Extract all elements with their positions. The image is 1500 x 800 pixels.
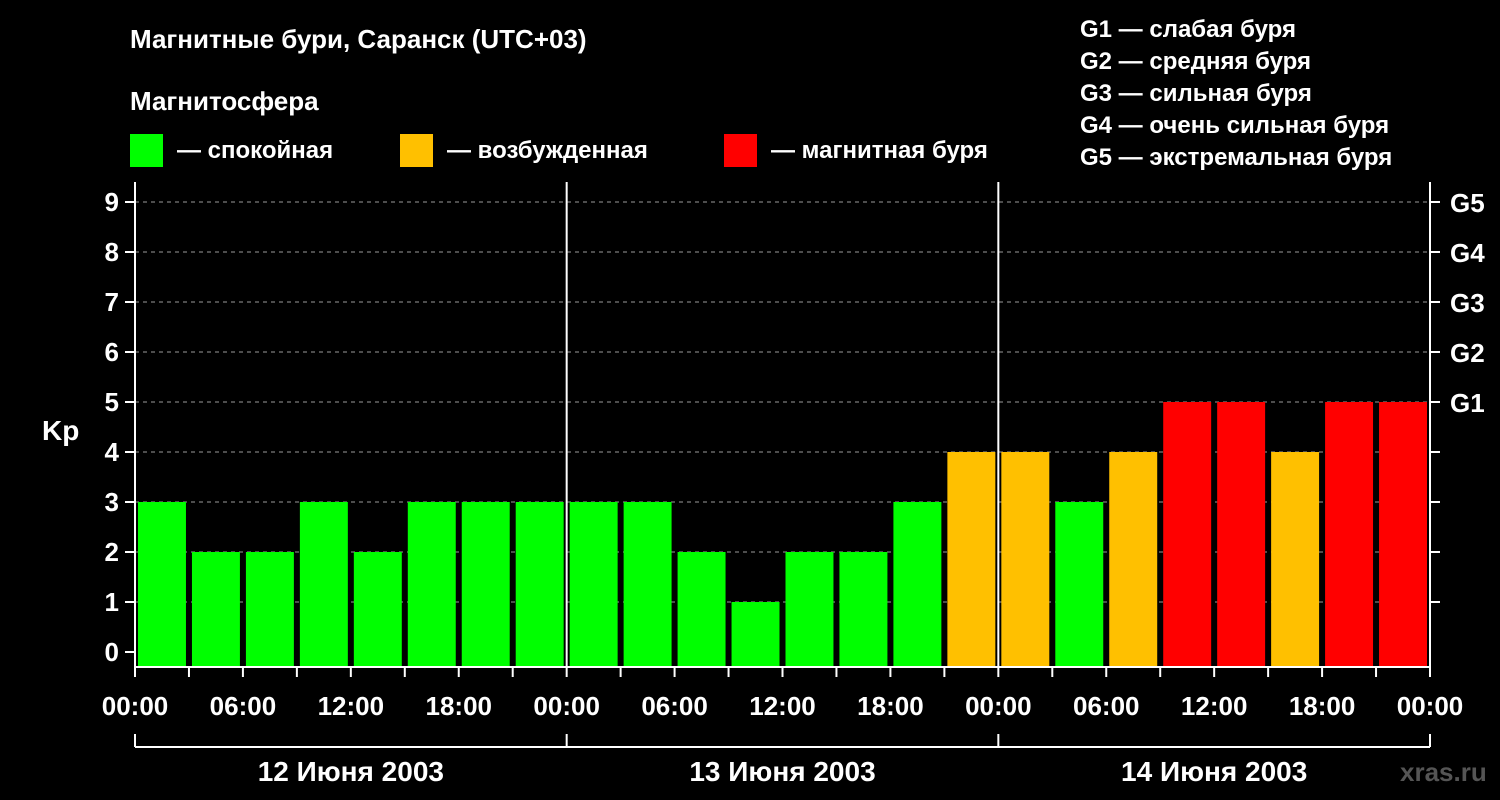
x-tick-label: 12:00 bbox=[1181, 691, 1248, 721]
kp-bar bbox=[893, 502, 942, 667]
kp-bar bbox=[407, 502, 456, 667]
kp-bar bbox=[1163, 402, 1212, 667]
legend-swatch-storm bbox=[724, 134, 757, 167]
x-tick-label: 06:00 bbox=[210, 691, 277, 721]
storm-legend-g1: G1 — слабая буря bbox=[1080, 16, 1296, 43]
right-tick-label: G4 bbox=[1450, 238, 1485, 268]
kp-bar bbox=[1109, 452, 1158, 667]
kp-bar bbox=[138, 502, 186, 667]
day-label: 13 Июня 2003 bbox=[689, 756, 875, 787]
kp-bar bbox=[1055, 502, 1104, 667]
y-tick-label: 9 bbox=[105, 187, 119, 217]
x-tick-label: 18:00 bbox=[426, 691, 493, 721]
legend-label-calm: — спокойная bbox=[177, 137, 333, 164]
y-tick-label: 3 bbox=[105, 487, 119, 517]
storm-legend-g3: G3 — сильная буря bbox=[1080, 80, 1312, 107]
x-tick-label: 18:00 bbox=[1289, 691, 1356, 721]
legend-label-storm: — магнитная буря bbox=[771, 137, 988, 164]
right-tick-label: G3 bbox=[1450, 288, 1485, 318]
x-tick-label: 00:00 bbox=[533, 691, 600, 721]
legend-swatch-excited bbox=[400, 134, 433, 167]
right-tick-label: G1 bbox=[1450, 388, 1485, 418]
watermark: xras.ru bbox=[1400, 757, 1487, 787]
kp-bar bbox=[461, 502, 510, 667]
storm-legend-g5: G5 — экстремальная буря bbox=[1080, 144, 1392, 171]
kp-bar bbox=[245, 552, 294, 667]
kp-bar bbox=[299, 502, 348, 667]
y-tick-label: 7 bbox=[105, 287, 119, 317]
x-tick-label: 00:00 bbox=[965, 691, 1032, 721]
y-tick-label: 8 bbox=[105, 237, 119, 267]
kp-bar bbox=[1379, 402, 1427, 667]
storm-legend-g2: G2 — средняя буря bbox=[1080, 48, 1311, 75]
legend-swatch-calm bbox=[130, 134, 163, 167]
kp-bar bbox=[353, 552, 402, 667]
storm-legend-g4: G4 — очень сильная буря bbox=[1080, 112, 1389, 139]
kp-bar bbox=[1217, 402, 1266, 667]
kp-chart: Магнитные бури, Саранск (UTC+03) Магнито… bbox=[0, 0, 1500, 800]
kp-bar bbox=[785, 552, 834, 667]
kp-bar bbox=[1271, 452, 1320, 667]
x-tick-label: 06:00 bbox=[641, 691, 708, 721]
x-tick-label: 12:00 bbox=[749, 691, 816, 721]
y-tick-label: 1 bbox=[105, 587, 119, 617]
y-tick-label: 4 bbox=[105, 437, 120, 467]
kp-bar bbox=[1001, 452, 1050, 667]
kp-bar bbox=[677, 552, 726, 667]
y-tick-label: 5 bbox=[105, 387, 119, 417]
y-tick-label: 0 bbox=[105, 637, 119, 667]
y-axis-label: Kp bbox=[42, 415, 79, 446]
x-tick-label: 18:00 bbox=[857, 691, 924, 721]
kp-bar bbox=[623, 502, 672, 667]
kp-bar bbox=[731, 602, 780, 667]
kp-bar bbox=[839, 552, 888, 667]
kp-bar bbox=[947, 452, 996, 667]
right-tick-label: G5 bbox=[1450, 188, 1485, 218]
legend-label-excited: — возбужденная bbox=[447, 137, 648, 164]
chart-subtitle: Магнитосфера bbox=[130, 86, 319, 116]
x-tick-label: 06:00 bbox=[1073, 691, 1140, 721]
y-tick-label: 6 bbox=[105, 337, 119, 367]
chart-title: Магнитные бури, Саранск (UTC+03) bbox=[130, 24, 587, 54]
x-tick-label: 00:00 bbox=[102, 691, 169, 721]
y-tick-label: 2 bbox=[105, 537, 119, 567]
x-tick-label: 00:00 bbox=[1397, 691, 1464, 721]
color-legend: — спокойная — возбужденная — магнитная б… bbox=[130, 134, 988, 167]
kp-bar bbox=[515, 502, 564, 667]
day-label: 14 Июня 2003 bbox=[1121, 756, 1307, 787]
kp-bar bbox=[569, 502, 618, 667]
day-label: 12 Июня 2003 bbox=[258, 756, 444, 787]
kp-bar bbox=[1325, 402, 1374, 667]
right-tick-label: G2 bbox=[1450, 338, 1485, 368]
kp-bar bbox=[191, 552, 240, 667]
x-tick-label: 12:00 bbox=[318, 691, 385, 721]
